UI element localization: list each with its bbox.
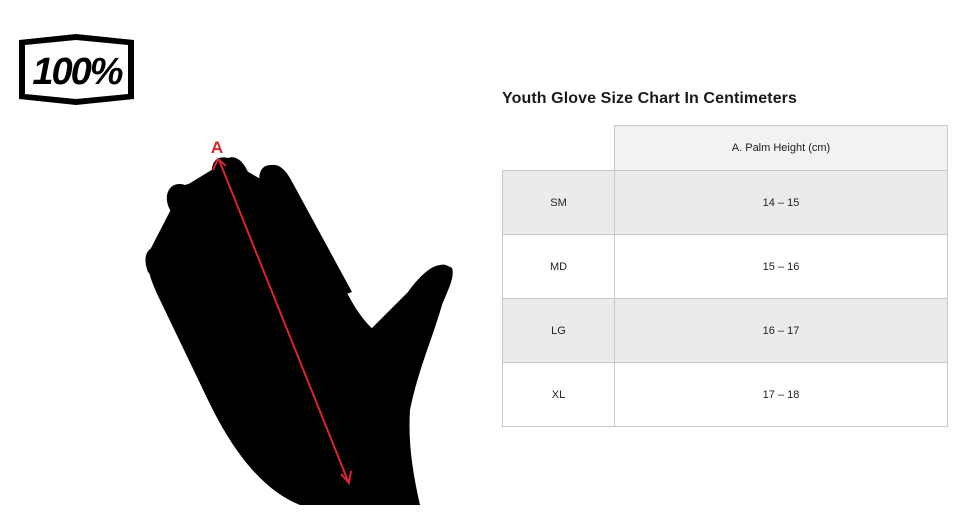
header-corner-cell	[502, 125, 615, 171]
chart-title: Youth Glove Size Chart In Centimeters	[502, 90, 798, 107]
logo-text: 100%	[32, 51, 122, 93]
size-chart-table: A. Palm Height (cm) SM 14 – 15 MD 15 – 1…	[502, 125, 948, 427]
table-row: SM 14 – 15	[502, 170, 948, 235]
size-cell: LG	[502, 298, 615, 363]
palm-height-header: A. Palm Height (cm)	[614, 125, 948, 171]
palm-height-cell: 15 – 16	[614, 234, 948, 299]
size-cell: SM	[502, 170, 615, 235]
brand-logo: 100%	[19, 34, 134, 105]
size-cell: XL	[502, 362, 615, 427]
measure-label-a: A	[211, 138, 223, 157]
palm-height-cell: 17 – 18	[614, 362, 948, 427]
table-row: XL 17 – 18	[502, 362, 948, 427]
table-row: MD 15 – 16	[502, 234, 948, 299]
palm-height-cell: 14 – 15	[614, 170, 948, 235]
size-cell: MD	[502, 234, 615, 299]
table-row: LG 16 – 17	[502, 298, 948, 363]
hand-measurement-diagram: A	[145, 138, 453, 505]
palm-height-cell: 16 – 17	[614, 298, 948, 363]
table-header-row: A. Palm Height (cm)	[502, 125, 948, 171]
hand-silhouette	[145, 157, 453, 505]
